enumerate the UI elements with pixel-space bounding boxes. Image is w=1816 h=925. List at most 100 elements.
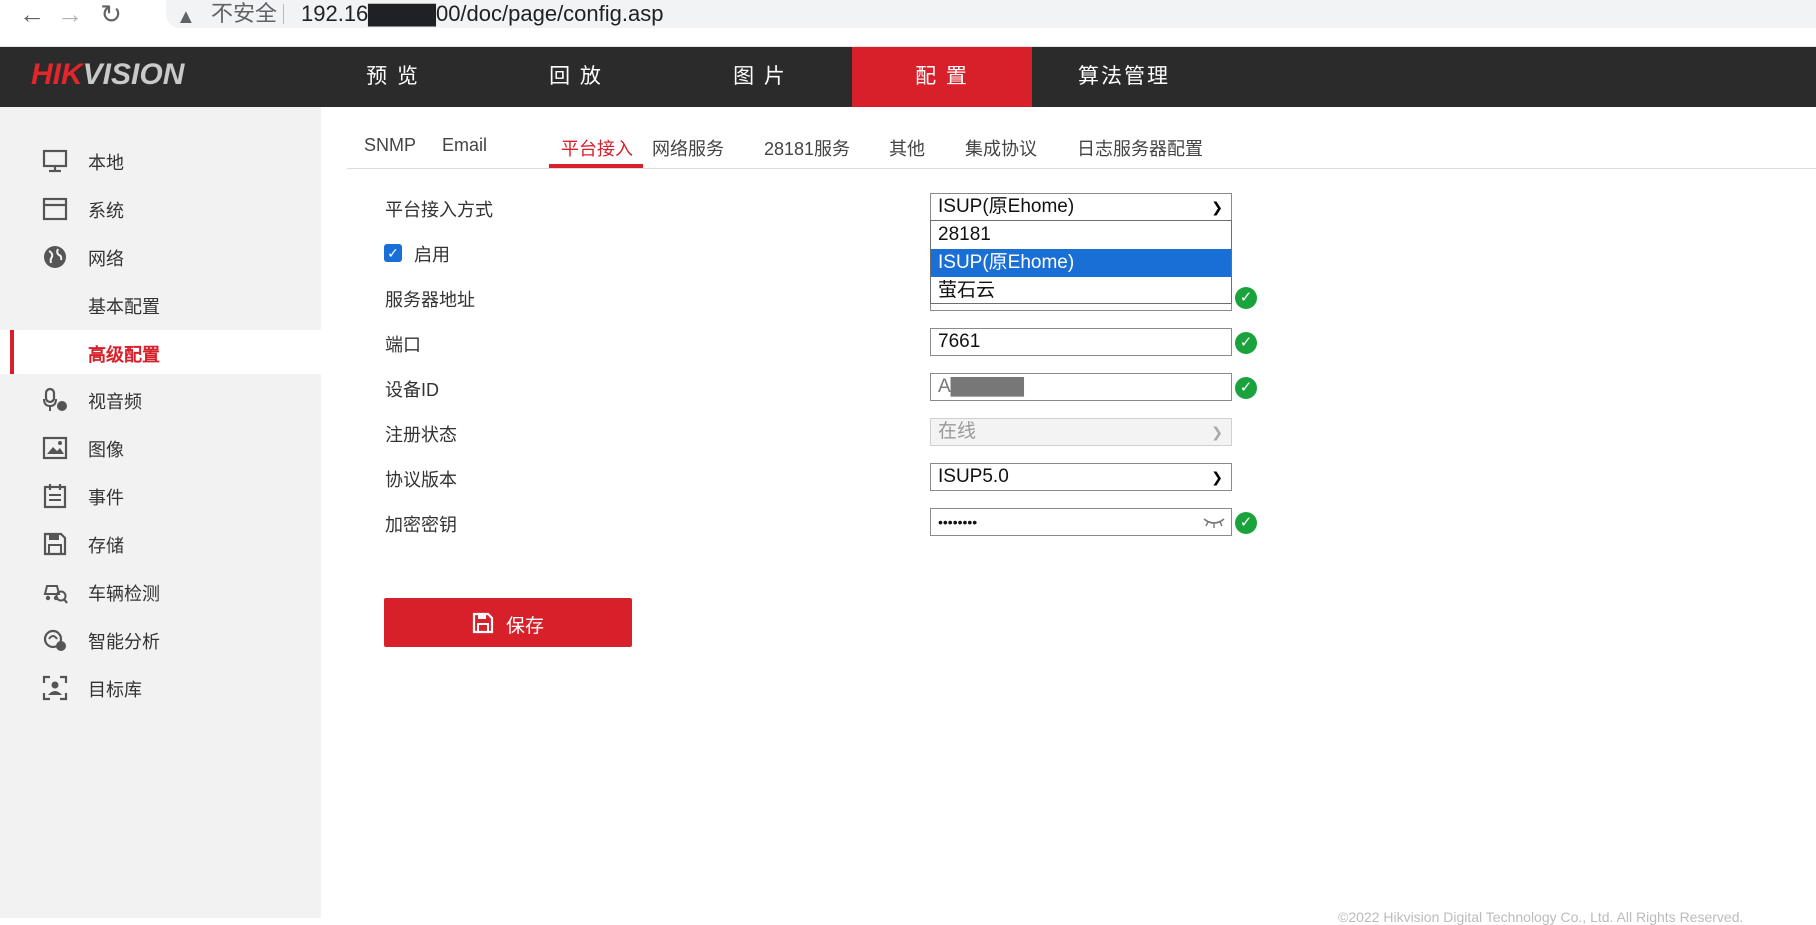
sidebar-item-network[interactable]: 网络 — [0, 234, 321, 278]
encryption-key-field[interactable]: •••••••• — [930, 508, 1232, 536]
sidebar-subitem-label: 高级配置 — [88, 345, 160, 365]
smart-analysis-icon — [43, 629, 66, 651]
save-button[interactable]: 保存 — [384, 598, 632, 647]
chevron-down-icon: ❯ — [1211, 199, 1223, 215]
sidebar-item-vehicle-detection[interactable]: 车辆检测 — [0, 569, 321, 613]
save-button-label: 保存 — [506, 616, 545, 637]
tab-network-service[interactable]: 网络服务 — [652, 135, 724, 161]
encryption-key-label: 加密密钥 — [385, 515, 457, 535]
tab-email[interactable]: Email — [442, 135, 487, 156]
save-icon — [43, 532, 67, 556]
sidebar: 本地 系统 网络 基本配置 高级配置 视音频 图像 事件 存储 车辆检测 智能分… — [0, 107, 321, 918]
save-icon — [472, 612, 494, 634]
tab-28181-service[interactable]: 28181服务 — [764, 135, 850, 161]
monitor-icon — [42, 149, 68, 173]
copyright-footer: ©2022 Hikvision Digital Technology Co., … — [1338, 909, 1744, 925]
insecure-label[interactable]: 不安全 — [211, 0, 277, 28]
port-label: 端口 — [385, 335, 421, 355]
nav-algorithm-management[interactable]: 算法管理 — [1034, 47, 1214, 107]
sidebar-item-label: 车辆检测 — [88, 584, 160, 604]
browser-toolbar: ← → ↻ ▲ 不安全 192.16▇▇▇▇00/doc/page/config… — [0, 0, 1816, 47]
sidebar-item-storage[interactable]: 存储 — [0, 521, 321, 565]
nav-preview[interactable]: 预 览 — [303, 47, 483, 107]
dropdown-option-ezviz[interactable]: 萤石云 — [931, 277, 1231, 305]
encryption-key-value: •••••••• — [938, 514, 978, 530]
content-area: SNMP Email 平台接入 网络服务 28181服务 其他 集成协议 日志服… — [321, 107, 1816, 925]
sidebar-item-target-library[interactable]: 目标库 — [0, 665, 321, 709]
calendar-icon — [43, 484, 67, 509]
target-library-icon — [42, 675, 68, 701]
nav-configuration[interactable]: 配 置 — [852, 47, 1032, 107]
sidebar-item-audio-video[interactable]: 视音频 — [0, 377, 321, 421]
server-address-label: 服务器地址 — [385, 290, 475, 310]
eye-closed-icon[interactable] — [1203, 515, 1225, 529]
check-circle-icon: ✓ — [1235, 332, 1257, 354]
address-bar[interactable]: ▲ 不安全 192.16▇▇▇▇00/doc/page/config.asp — [166, 0, 1816, 28]
sidebar-subitem-advanced-config[interactable]: 高级配置 — [0, 330, 321, 374]
sidebar-item-label: 事件 — [88, 488, 124, 508]
sidebar-item-label: 图像 — [88, 440, 124, 460]
image-icon — [42, 436, 68, 460]
sidebar-item-event[interactable]: 事件 — [0, 473, 321, 517]
system-icon — [42, 197, 68, 221]
forward-icon[interactable]: → — [56, 0, 84, 28]
tab-bar: SNMP Email 平台接入 网络服务 28181服务 其他 集成协议 日志服… — [347, 127, 1816, 169]
sidebar-item-smart-analysis[interactable]: 智能分析 — [0, 617, 321, 661]
tab-other[interactable]: 其他 — [889, 135, 925, 161]
sidebar-item-label: 视音频 — [88, 392, 142, 412]
sidebar-item-local[interactable]: 本地 — [0, 138, 321, 182]
enable-label: 启用 — [414, 245, 450, 265]
chevron-down-icon: ❯ — [1211, 469, 1223, 485]
sidebar-item-label: 存储 — [88, 536, 124, 556]
reload-icon[interactable]: ↻ — [97, 0, 125, 28]
tab-platform-access[interactable]: 平台接入 — [561, 135, 633, 161]
tab-log-server-config[interactable]: 日志服务器配置 — [1077, 135, 1203, 161]
globe-icon — [44, 246, 66, 268]
registration-status-label: 注册状态 — [385, 425, 457, 445]
nav-picture[interactable]: 图 片 — [670, 47, 850, 107]
check-circle-icon: ✓ — [1235, 377, 1257, 399]
sidebar-item-image[interactable]: 图像 — [0, 425, 321, 469]
sidebar-item-label: 系统 — [88, 201, 124, 221]
back-icon[interactable]: ← — [18, 0, 46, 28]
tab-snmp[interactable]: SNMP — [364, 135, 416, 156]
device-id-field[interactable]: A▇▇▇▇▇ — [930, 373, 1232, 401]
registration-status-select: 在线 ❯ — [930, 418, 1232, 446]
protocol-version-label: 协议版本 — [385, 470, 457, 490]
url-text[interactable]: 192.16▇▇▇▇00/doc/page/config.asp — [301, 0, 663, 28]
device-id-label: 设备ID — [385, 380, 439, 400]
nav-playback[interactable]: 回 放 — [486, 47, 666, 107]
dropdown-option-isup[interactable]: ISUP(原Ehome) — [931, 249, 1231, 277]
sidebar-item-label: 目标库 — [88, 680, 142, 700]
protocol-version-select[interactable]: ISUP5.0 ❯ — [930, 463, 1232, 491]
sidebar-item-label: 智能分析 — [88, 632, 160, 652]
access-mode-label: 平台接入方式 — [385, 200, 493, 220]
sidebar-item-system[interactable]: 系统 — [0, 186, 321, 230]
port-value: 7661 — [938, 331, 981, 352]
enable-checkbox[interactable]: ✓ — [384, 244, 402, 262]
port-field[interactable]: 7661 — [930, 328, 1232, 356]
access-mode-dropdown: 28181 ISUP(原Ehome) 萤石云 — [930, 220, 1232, 304]
vehicle-icon — [43, 585, 68, 604]
microphone-icon — [43, 387, 67, 411]
address-separator — [283, 4, 284, 24]
sidebar-subitem-basic-config[interactable]: 基本配置 — [0, 282, 321, 326]
protocol-version-value: ISUP5.0 — [938, 466, 1009, 487]
hikvision-logo: HIKVISION — [31, 58, 185, 91]
tab-integration-protocol[interactable]: 集成协议 — [965, 135, 1037, 161]
sidebar-subitem-label: 基本配置 — [88, 297, 160, 317]
active-indicator — [10, 330, 14, 374]
top-navigation: HIKVISION 预 览 回 放 图 片 配 置 算法管理 — [0, 47, 1816, 107]
warning-triangle-icon[interactable]: ▲ — [176, 3, 196, 31]
active-tab-underline — [549, 164, 643, 168]
access-mode-value: ISUP(原Ehome) — [938, 196, 1075, 217]
device-id-value: A▇▇▇▇▇ — [938, 376, 1024, 397]
check-circle-icon: ✓ — [1235, 287, 1257, 309]
dropdown-option-28181[interactable]: 28181 — [931, 221, 1231, 249]
sidebar-item-label: 网络 — [88, 249, 124, 269]
check-circle-icon: ✓ — [1235, 512, 1257, 534]
chevron-down-icon: ❯ — [1211, 424, 1223, 440]
sidebar-item-label: 本地 — [88, 153, 124, 173]
access-mode-select[interactable]: ISUP(原Ehome) ❯ — [930, 193, 1232, 221]
registration-status-value: 在线 — [938, 421, 977, 442]
